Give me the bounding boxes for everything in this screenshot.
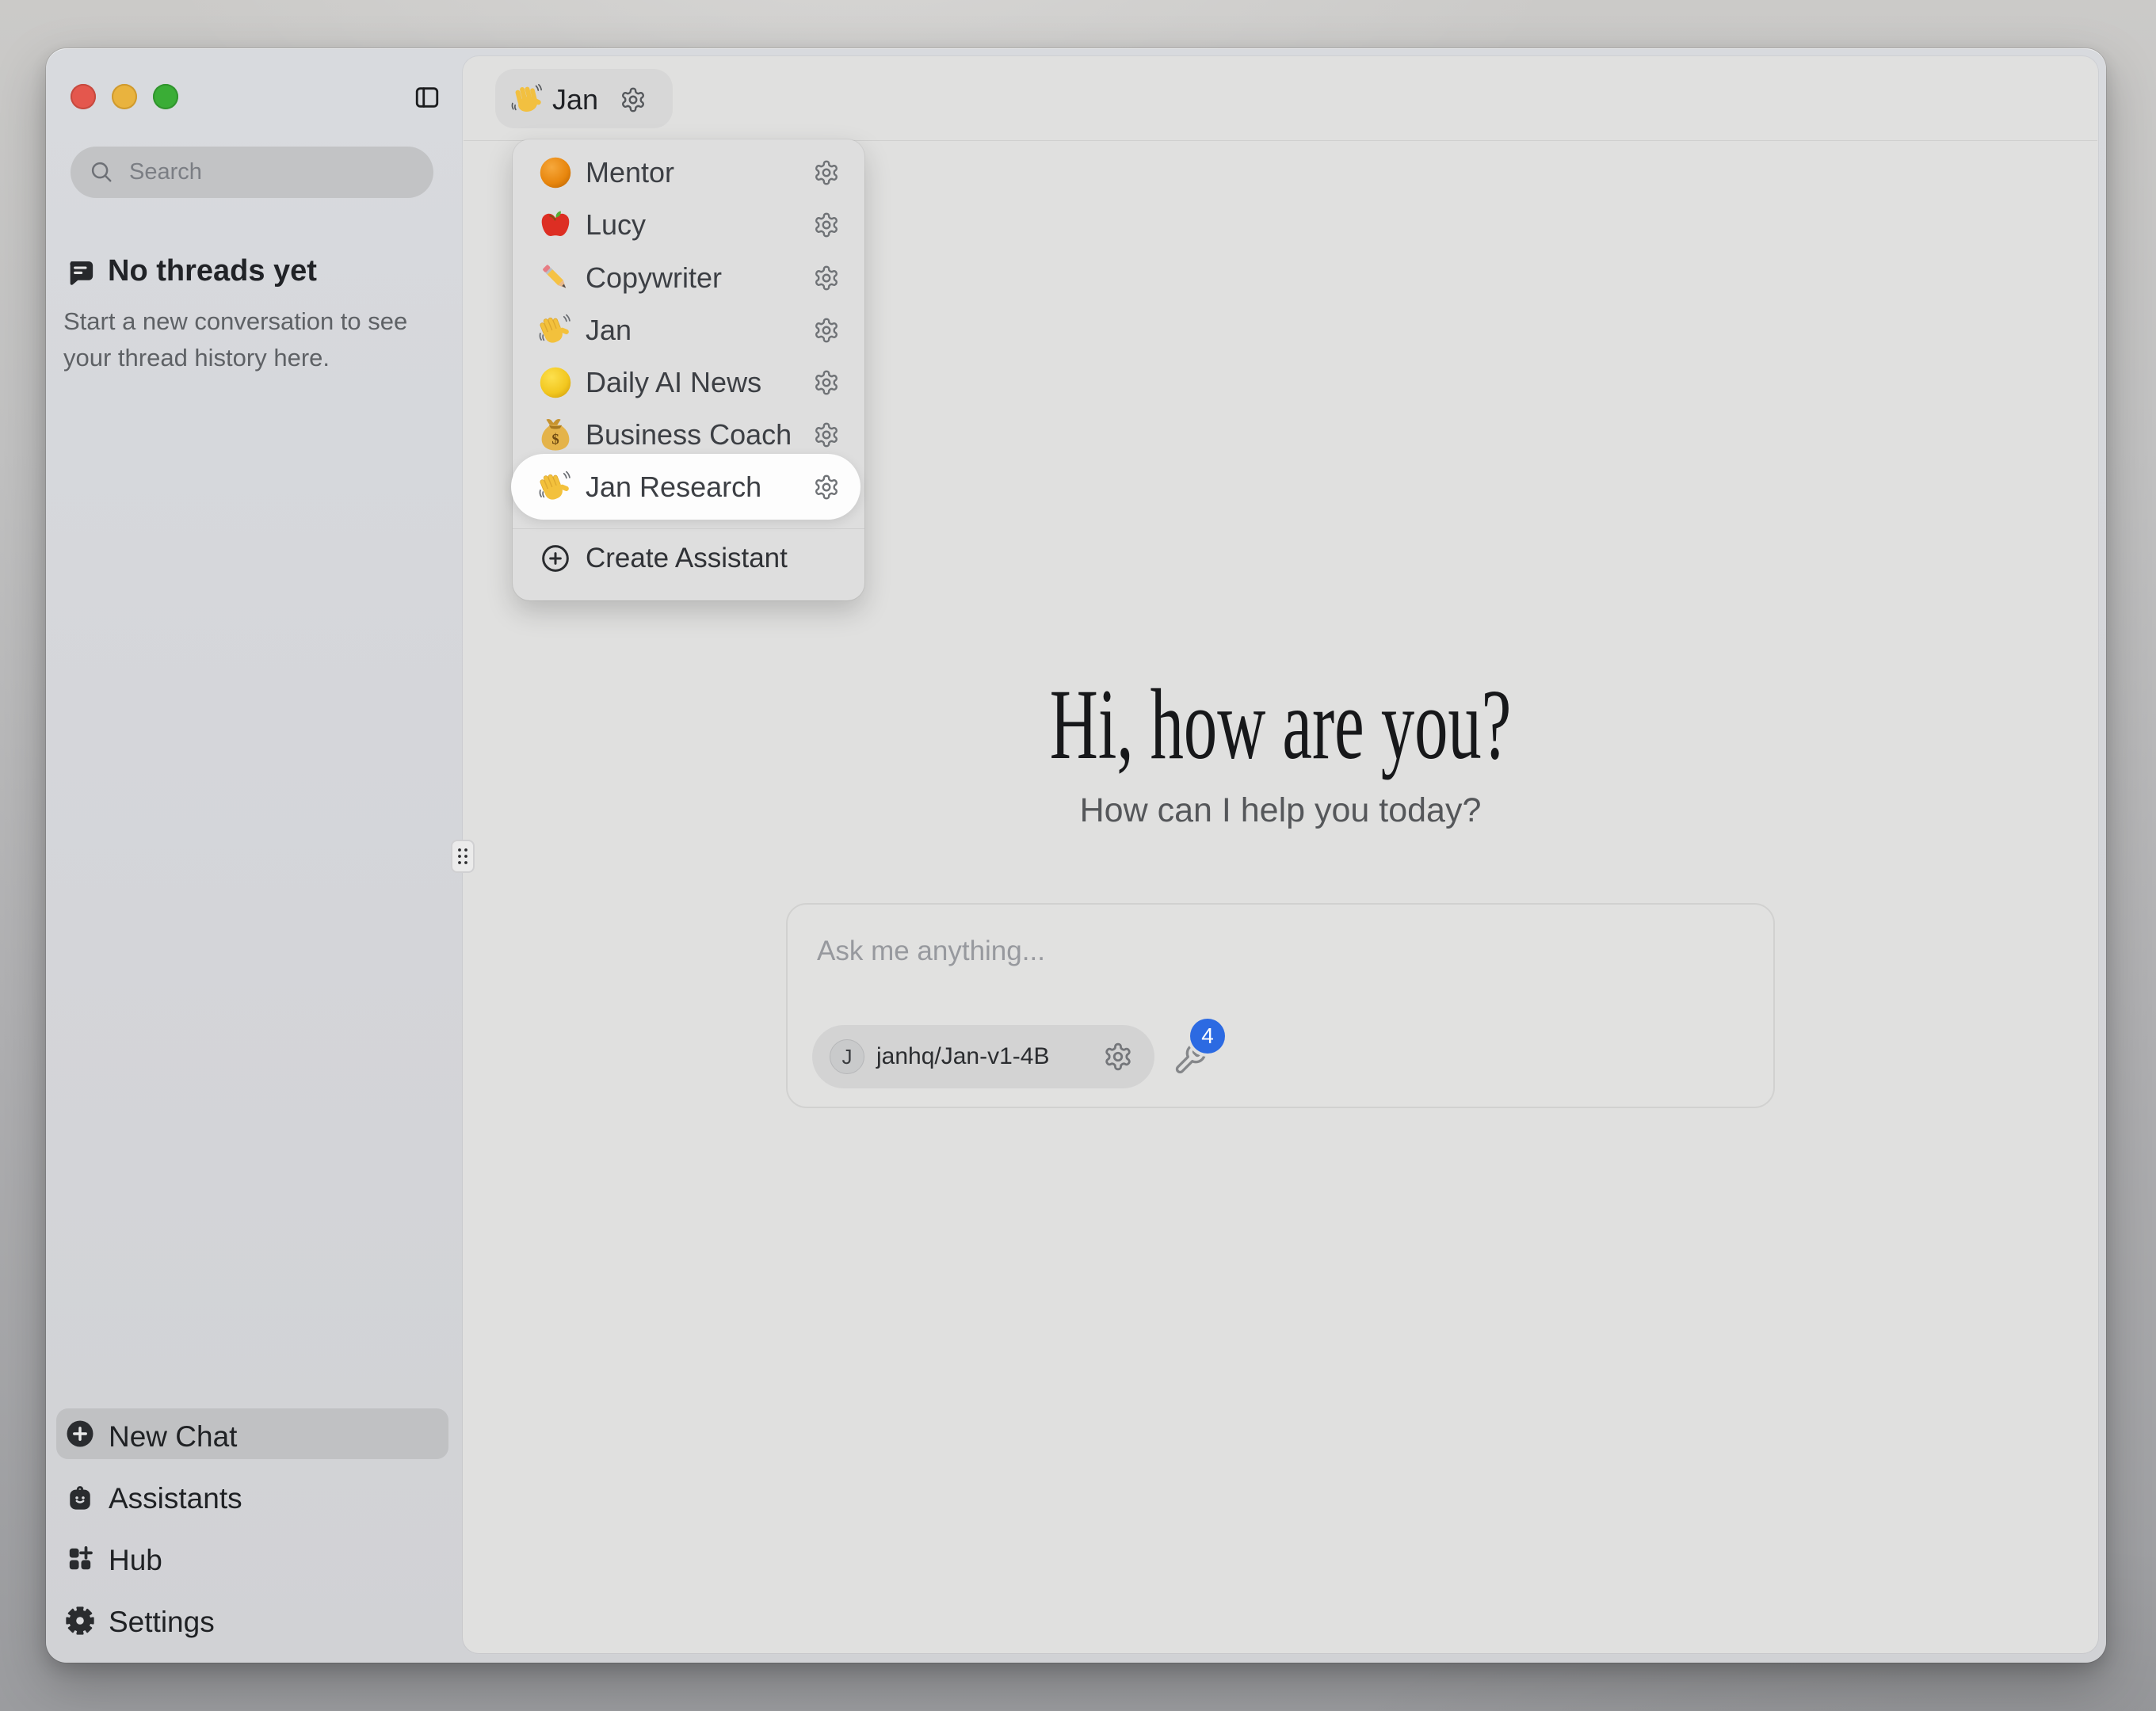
svg-text:$: $ xyxy=(551,432,559,448)
